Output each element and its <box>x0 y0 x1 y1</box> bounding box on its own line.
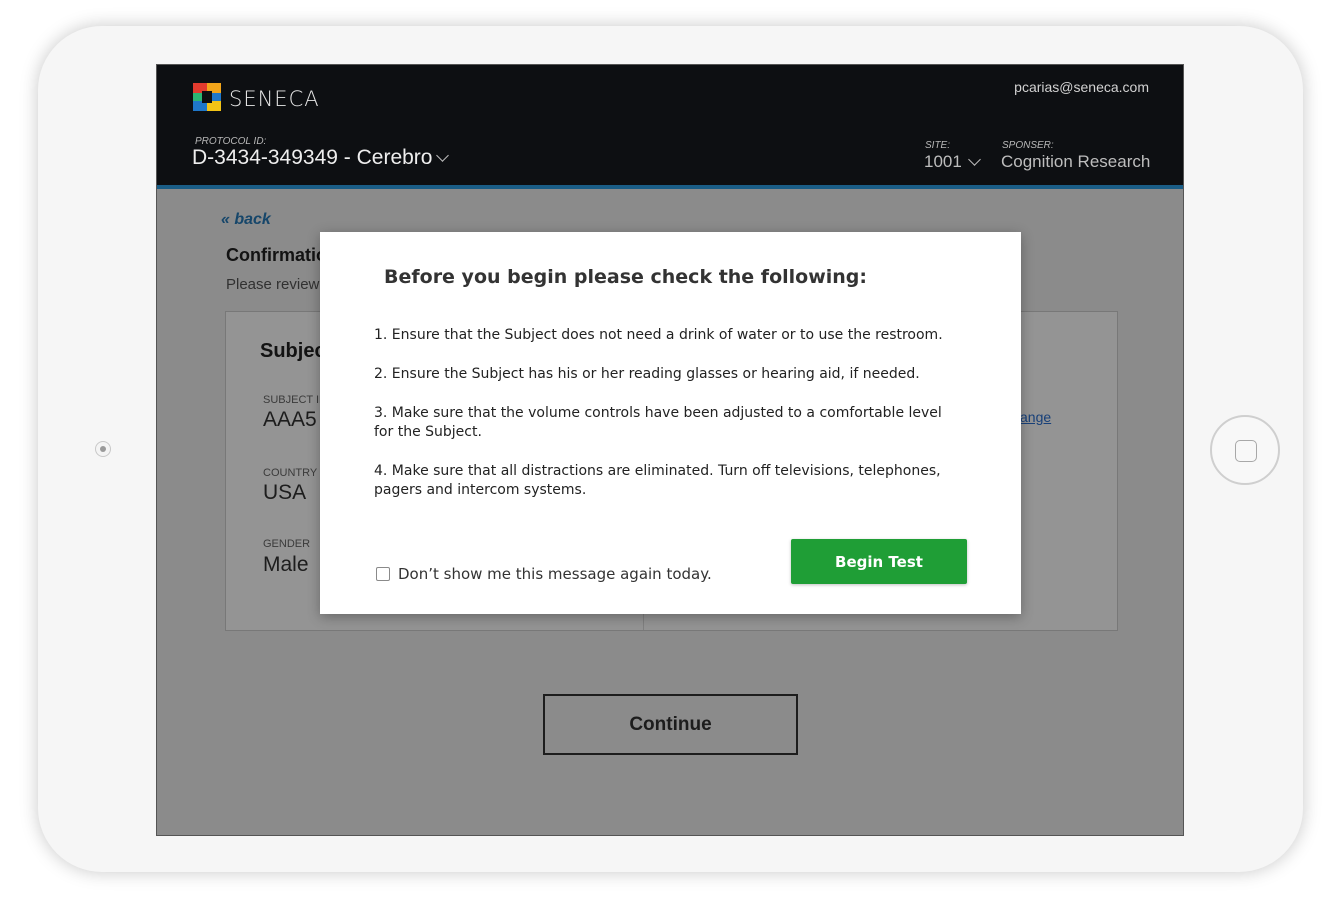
dont-show-again-checkbox[interactable] <box>376 567 390 581</box>
modal-title: Before you begin please check the follow… <box>384 266 867 288</box>
checklist-item: 3. Make sure that the volume controls ha… <box>374 405 942 440</box>
sponsor-value: Cognition Research <box>1001 152 1151 171</box>
protocol-selector[interactable]: D-3434-349349 - Cerebro <box>192 146 450 170</box>
pre-test-checklist-modal: Before you begin please check the follow… <box>320 232 1021 614</box>
protocol-value: D-3434-349349 - Cerebro <box>192 146 433 169</box>
home-button[interactable] <box>1210 415 1280 485</box>
site-label: SITE: <box>925 140 951 151</box>
seneca-logo-icon <box>193 83 221 111</box>
checklist-item: 2. Ensure the Subject has his or her rea… <box>374 366 920 382</box>
user-email[interactable]: pcarias@seneca.com <box>1014 79 1149 95</box>
dont-show-again-option[interactable]: Don’t show me this message again today. <box>376 565 712 583</box>
chevron-down-icon <box>967 152 981 166</box>
chevron-down-icon <box>436 148 450 162</box>
site-value: 1001 <box>924 152 962 171</box>
checklist: 1. Ensure that the Subject does not need… <box>374 326 964 520</box>
checklist-item: 1. Ensure that the Subject does not need… <box>374 327 943 343</box>
site-selector[interactable]: 1001 <box>924 152 981 172</box>
brand-name: SENECA <box>229 87 320 111</box>
dont-show-again-label: Don’t show me this message again today. <box>398 565 712 583</box>
begin-test-button[interactable]: Begin Test <box>791 539 967 584</box>
home-square-icon <box>1235 440 1257 462</box>
app-header: SENECA pcarias@seneca.com PROTOCOL ID: D… <box>157 65 1183 189</box>
sponsor-label: SPONSER: <box>1002 140 1054 151</box>
checklist-item: 4. Make sure that all distractions are e… <box>374 463 941 498</box>
camera-dot-icon <box>95 441 111 457</box>
